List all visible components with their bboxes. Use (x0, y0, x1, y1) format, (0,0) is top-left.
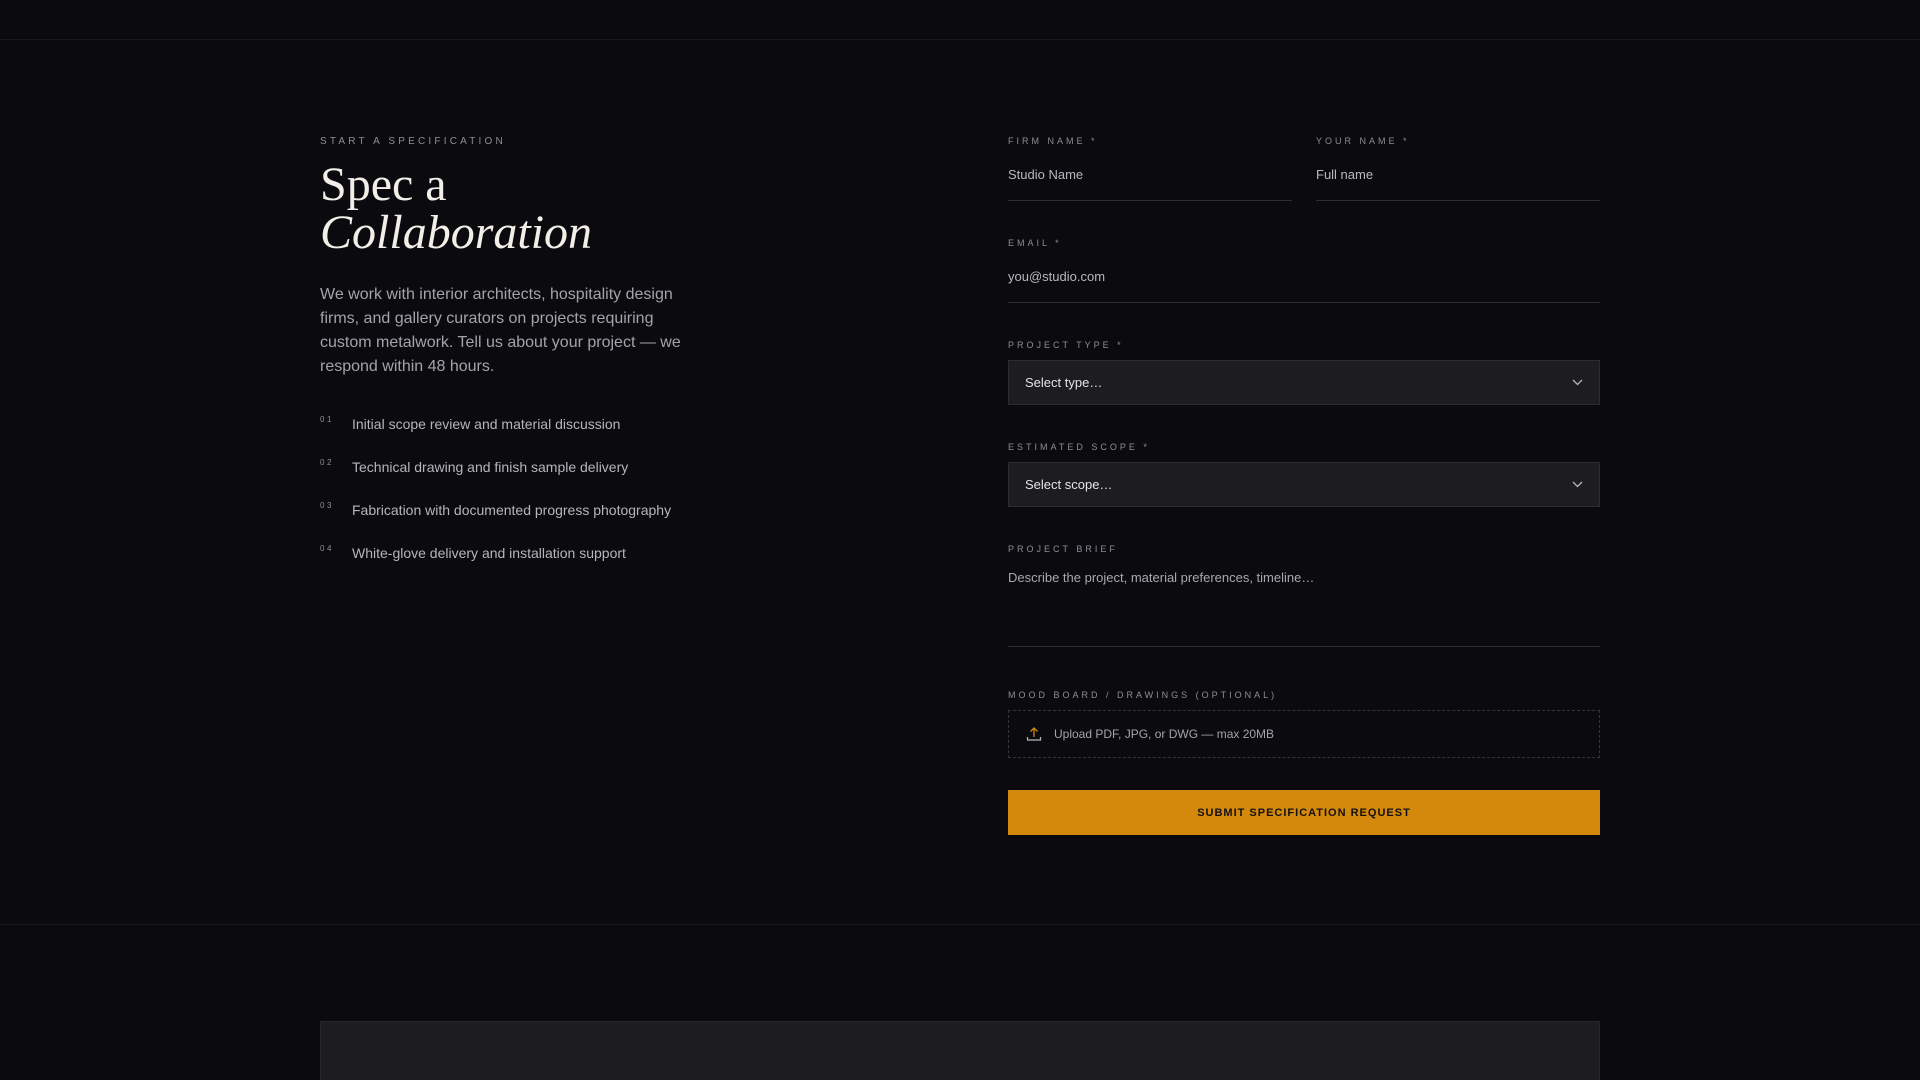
name-row: FIRM NAME * YOUR NAME * (1008, 136, 1600, 201)
step-text: Fabrication with documented progress pho… (352, 502, 672, 518)
upload-icon (1025, 725, 1043, 743)
your-name-label: YOUR NAME * (1316, 136, 1410, 146)
email-input[interactable] (1008, 264, 1600, 303)
firm-name-input[interactable] (1008, 162, 1292, 201)
title-line-2: Collaboration (320, 206, 593, 259)
list-item: 02 Technical drawing and finish sample d… (320, 458, 740, 501)
your-name-field: YOUR NAME * (1316, 136, 1600, 201)
firm-name-label: FIRM NAME * (1008, 136, 1098, 146)
step-number: 04 (320, 544, 334, 553)
page: START A SPECIFICATION Spec a Collaborati… (0, 0, 1920, 1080)
lower-panel (320, 1021, 1600, 1080)
chevron-down-icon (1571, 479, 1583, 491)
project-type-label: PROJECT TYPE * (1008, 340, 1124, 350)
list-item: 04 White-glove delivery and installation… (320, 544, 740, 587)
top-divider (0, 39, 1920, 40)
upload-text: Upload PDF, JPG, or DWG — max 20MB (1054, 727, 1275, 741)
project-brief-textarea[interactable] (1008, 570, 1600, 647)
project-type-select[interactable]: Select type… (1008, 360, 1600, 405)
email-label: EMAIL * (1008, 238, 1062, 248)
bottom-divider (0, 924, 1920, 925)
upload-dropzone[interactable]: Upload PDF, JPG, or DWG — max 20MB (1008, 710, 1600, 758)
upload-label: MOOD BOARD / DRAWINGS (OPTIONAL) (1008, 690, 1278, 700)
intro-section: START A SPECIFICATION Spec a Collaborati… (320, 136, 740, 587)
process-steps: 01 Initial scope review and material dis… (320, 415, 740, 587)
step-number: 03 (320, 501, 334, 510)
intro-description: We work with interior architects, hospit… (320, 286, 681, 375)
firm-name-field: FIRM NAME * (1008, 136, 1292, 201)
estimated-scope-field: ESTIMATED SCOPE * Select scope… (1008, 442, 1600, 507)
estimated-scope-value: Select scope… (1025, 477, 1113, 492)
upload-field: MOOD BOARD / DRAWINGS (OPTIONAL) Upload … (1008, 690, 1600, 758)
project-type-value: Select type… (1025, 375, 1103, 390)
list-item: 01 Initial scope review and material dis… (320, 415, 740, 458)
chevron-down-icon (1571, 377, 1583, 389)
step-text: Technical drawing and finish sample deli… (352, 459, 629, 475)
your-name-input[interactable] (1316, 162, 1600, 201)
eyebrow: START A SPECIFICATION (320, 136, 506, 147)
step-text: Initial scope review and material discus… (352, 416, 621, 432)
specification-form: FIRM NAME * YOUR NAME * EMAIL * PROJECT … (1008, 136, 1600, 835)
title-line-1: Spec a (320, 158, 447, 211)
project-brief-label: PROJECT BRIEF (1008, 544, 1118, 554)
project-type-field: PROJECT TYPE * Select type… (1008, 340, 1600, 405)
step-text: White-glove delivery and installation su… (352, 545, 626, 561)
step-number: 01 (320, 415, 334, 424)
page-title: Spec a Collaboration (320, 161, 740, 257)
estimated-scope-label: ESTIMATED SCOPE * (1008, 442, 1150, 452)
list-item: 03 Fabrication with documented progress … (320, 501, 740, 544)
estimated-scope-select[interactable]: Select scope… (1008, 462, 1600, 507)
step-number: 02 (320, 458, 334, 467)
email-field: EMAIL * (1008, 238, 1600, 303)
project-brief-field: PROJECT BRIEF (1008, 544, 1600, 647)
submit-button[interactable]: SUBMIT SPECIFICATION REQUEST (1008, 790, 1600, 835)
